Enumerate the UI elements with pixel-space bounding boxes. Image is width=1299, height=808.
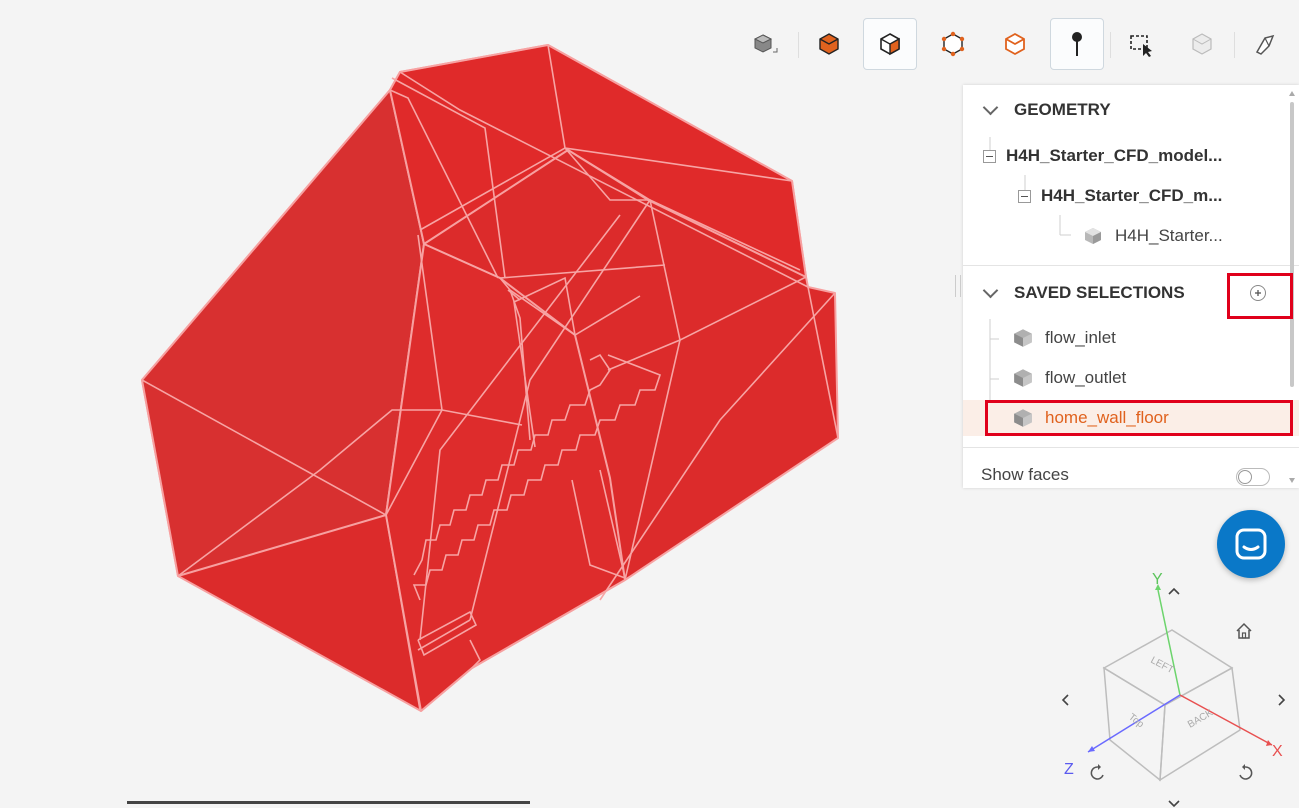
tree-item-child[interactable]: H4H_Starter_CFD_m... xyxy=(1018,181,1222,211)
saved-selections-header[interactable]: SAVED SELECTIONS xyxy=(963,278,1185,308)
tree-item-label: H4H_Starter_CFD_m... xyxy=(1041,186,1223,205)
select-vertex-button[interactable] xyxy=(926,18,980,70)
select-solid-icon xyxy=(880,33,900,56)
scale-bar xyxy=(127,801,530,804)
geometry-model[interactable] xyxy=(0,0,900,760)
box-select-icon xyxy=(1130,35,1152,57)
point-pin-button[interactable] xyxy=(1050,18,1104,70)
mesh-icon xyxy=(1192,33,1212,55)
geometry-section-header[interactable]: GEOMETRY xyxy=(963,95,1111,125)
toolbar-divider xyxy=(798,32,799,58)
collapse-icon[interactable] xyxy=(983,149,996,163)
tree-item-label: H4H_Starter_CFD_model... xyxy=(1006,146,1223,165)
select-vertex-icon xyxy=(941,31,965,57)
chevron-right-icon[interactable] xyxy=(1277,693,1287,707)
solid-cube-icon xyxy=(1085,228,1101,244)
chevron-left-icon[interactable] xyxy=(1060,693,1070,707)
show-faces-toggle[interactable] xyxy=(1236,468,1270,486)
show-faces-label: Show faces xyxy=(981,465,1069,484)
panel-resize-handle[interactable] xyxy=(955,275,961,297)
clipping-icon xyxy=(1255,34,1275,55)
selection-item-flow-outlet[interactable]: flow_outlet xyxy=(963,360,1299,396)
solid-view-icon xyxy=(819,33,839,55)
z-axis-label: Z xyxy=(1064,761,1074,778)
geometry-title: GEOMETRY xyxy=(1014,100,1111,119)
select-solid-button[interactable] xyxy=(863,18,917,70)
navcube-face-label: BACK xyxy=(1186,707,1215,730)
collapse-icon[interactable] xyxy=(1018,189,1031,203)
chevron-up-icon[interactable] xyxy=(1167,586,1181,596)
selection-item-flow-inlet[interactable]: flow_inlet xyxy=(963,320,1299,356)
selection-label: flow_inlet xyxy=(1045,328,1116,347)
home-icon[interactable] xyxy=(1235,622,1253,640)
view-cube-icon xyxy=(753,34,778,53)
selection-label: flow_outlet xyxy=(1045,368,1127,387)
toolbar-divider xyxy=(1234,32,1235,58)
rotate-left-icon[interactable] xyxy=(1088,763,1108,783)
tree-item-root[interactable]: H4H_Starter_CFD_model... xyxy=(983,141,1222,171)
clipping-button[interactable] xyxy=(1238,18,1292,70)
y-axis xyxy=(1157,589,1181,696)
highlight-add-selection xyxy=(1227,273,1293,319)
navcube-face-label: Top xyxy=(1126,712,1146,731)
viewer-toolbar xyxy=(738,18,1299,72)
toolbar-divider xyxy=(1110,32,1111,58)
highlight-home-wall-floor xyxy=(985,400,1293,436)
x-axis-label: X xyxy=(1272,743,1283,760)
tree-item-leaf[interactable]: H4H_Starter... xyxy=(1083,221,1223,251)
select-edge-button[interactable] xyxy=(988,18,1042,70)
tree-item-label: H4H_Starter... xyxy=(1115,226,1223,245)
navcube-face-label: LEFT xyxy=(1149,655,1176,676)
chevron-down-icon[interactable] xyxy=(1167,800,1181,808)
section-divider xyxy=(963,447,1299,448)
point-pin-icon xyxy=(1072,32,1082,56)
solid-view-button[interactable] xyxy=(802,18,856,70)
chevron-down-icon xyxy=(982,99,999,115)
selection-cube-icon xyxy=(1014,369,1032,387)
box-select-button[interactable] xyxy=(1114,18,1168,70)
section-divider xyxy=(963,265,1299,266)
navigation-cube[interactable]: LEFT Top BACK Y X Z xyxy=(1040,560,1299,808)
rotate-right-icon[interactable] xyxy=(1235,763,1255,783)
selection-cube-icon xyxy=(1014,329,1032,347)
model-left-face xyxy=(141,89,425,577)
select-edge-icon xyxy=(1005,32,1025,56)
toggle-knob xyxy=(1238,470,1252,484)
view-cube-button[interactable] xyxy=(738,18,792,70)
y-axis-label: Y xyxy=(1152,571,1163,588)
saved-selections-title: SAVED SELECTIONS xyxy=(1014,283,1185,302)
mesh-button[interactable] xyxy=(1175,18,1229,70)
chat-icon xyxy=(1235,528,1267,560)
chevron-down-icon xyxy=(982,282,999,298)
